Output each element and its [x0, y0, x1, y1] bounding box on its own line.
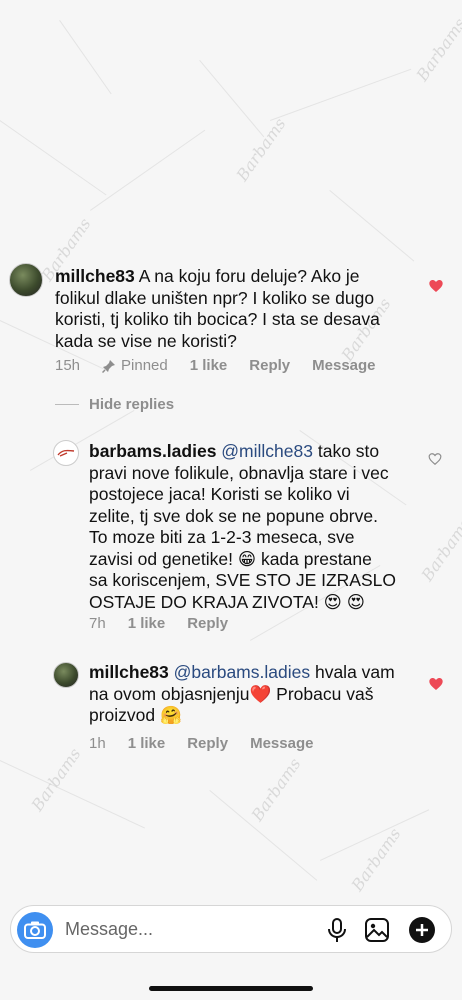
- comment-body-line: To moze biti za 1-2-3 meseca, sve: [89, 527, 355, 547]
- comment-text: millche83 @barbams.ladies hvala vam na o…: [89, 662, 429, 727]
- comment-body-line: pravi nove folikule, obnavlja stare i ve…: [89, 462, 389, 483]
- mention-link[interactable]: @millche83: [221, 441, 313, 461]
- reply-button[interactable]: Reply: [187, 735, 228, 752]
- comment-body-line: kada se vise ne koristi?: [55, 330, 237, 351]
- comment-meta: 7h 1 like Reply: [89, 615, 250, 632]
- gallery-icon[interactable]: [364, 917, 390, 943]
- comment-meta: 15h Pinned 1 like Reply Message: [55, 357, 398, 374]
- comment-body-line: sa koriscenjem, SVE STO JE IZRASLO: [89, 570, 396, 590]
- divider-dash: [55, 404, 79, 405]
- comments-screen: Barbams Barbams Barbams Barbams Barbams …: [0, 0, 462, 1000]
- comment-body-line: OSTAJE DO KRAJA ZIVOTA! 😍 😍: [89, 591, 366, 612]
- brand-logo-icon: [57, 449, 75, 457]
- home-indicator: [149, 986, 313, 991]
- avatar[interactable]: [53, 440, 79, 466]
- comment-meta: 1h 1 like Reply Message: [89, 735, 335, 752]
- comment-time: 15h: [55, 357, 81, 374]
- comment-time: 1h: [89, 735, 106, 752]
- message-button[interactable]: Message: [250, 735, 313, 752]
- avatar[interactable]: [53, 662, 79, 688]
- comment-body-line: tako sto: [317, 441, 380, 461]
- comment-body-line: postojece jaca! Koristi se koliko vi: [89, 484, 350, 504]
- camera-icon: [24, 921, 46, 939]
- comment-username[interactable]: millche83: [55, 266, 135, 286]
- comment-body-line: zavisi od genetike! 😁 kada prestane: [89, 548, 372, 569]
- comment-body-line: A na koju foru deluje? Ako je: [138, 266, 360, 286]
- comment-text: barbams.ladies @millche83 tako sto pravi…: [89, 441, 429, 613]
- likes-count[interactable]: 1 like: [190, 357, 228, 374]
- heart-filled-icon[interactable]: [428, 278, 444, 294]
- reply-button[interactable]: Reply: [187, 615, 228, 632]
- comment-body-line: zelite, tj sve dok se ne popune obrve.: [89, 505, 378, 526]
- reply-button[interactable]: Reply: [249, 357, 290, 374]
- comment-body-line: proizvod 🤗: [89, 705, 182, 725]
- add-plus-icon[interactable]: [408, 916, 436, 944]
- camera-button[interactable]: [17, 912, 53, 948]
- hide-replies-button[interactable]: Hide replies: [55, 396, 174, 413]
- likes-count[interactable]: 1 like: [128, 615, 166, 632]
- comment-body-line: hvala vam: [314, 662, 395, 682]
- avatar[interactable]: [9, 263, 43, 297]
- comment-time: 7h: [89, 615, 106, 632]
- comment-username[interactable]: millche83: [89, 662, 169, 682]
- comment-body-line: koristi, tj koliko tih bocica? I sta se …: [55, 309, 380, 329]
- message-button[interactable]: Message: [312, 357, 375, 374]
- microphone-icon[interactable]: [324, 917, 350, 943]
- likes-count[interactable]: 1 like: [128, 735, 166, 752]
- comment-text: millche83 A na koju foru deluje? Ako je …: [55, 266, 425, 352]
- pinned-text: Pinned: [121, 357, 168, 374]
- mention-link[interactable]: @barbams.ladies: [174, 662, 310, 682]
- message-input[interactable]: Message...: [65, 919, 153, 940]
- message-composer: Message...: [10, 905, 452, 953]
- heart-outline-icon[interactable]: [428, 452, 442, 466]
- pinned-label: Pinned: [102, 357, 168, 374]
- comment-username[interactable]: barbams.ladies: [89, 441, 216, 461]
- comment-body-line: folikul dlake uništen npr? I koliko se d…: [55, 287, 375, 308]
- hide-replies-label: Hide replies: [89, 396, 175, 413]
- pin-icon: [102, 359, 116, 373]
- comment-body-line: na ovom objasnjenju❤️ Probacu vaš: [89, 683, 374, 704]
- heart-filled-icon[interactable]: [428, 676, 444, 692]
